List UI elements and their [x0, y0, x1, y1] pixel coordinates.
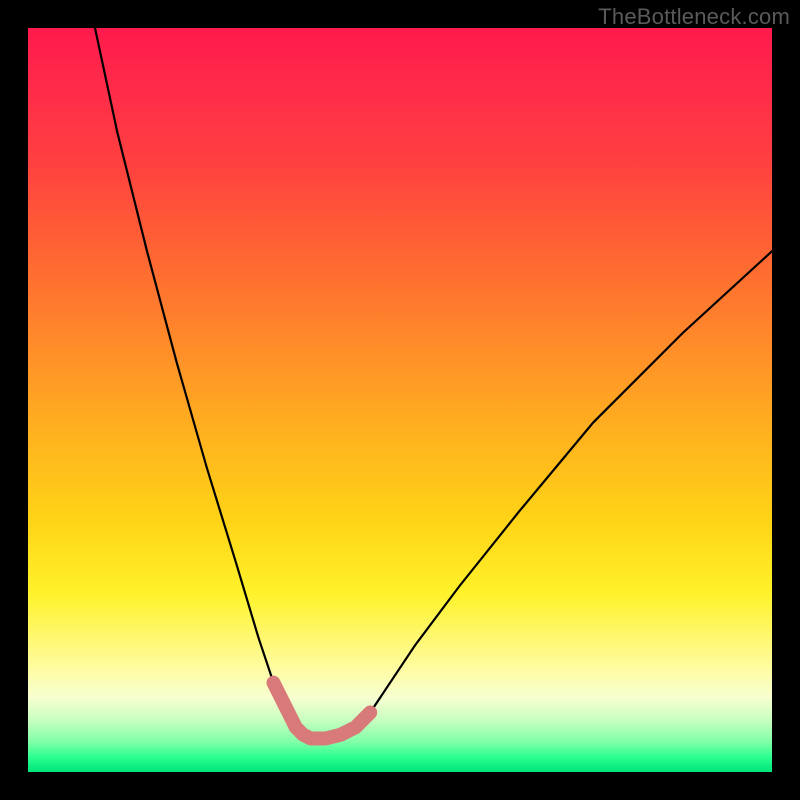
bottleneck-curve	[95, 28, 772, 739]
curve-svg	[28, 28, 772, 772]
chart-frame: TheBottleneck.com	[0, 0, 800, 800]
highlight-bottom	[274, 683, 371, 739]
plot-area	[28, 28, 772, 772]
watermark-text: TheBottleneck.com	[598, 4, 790, 30]
